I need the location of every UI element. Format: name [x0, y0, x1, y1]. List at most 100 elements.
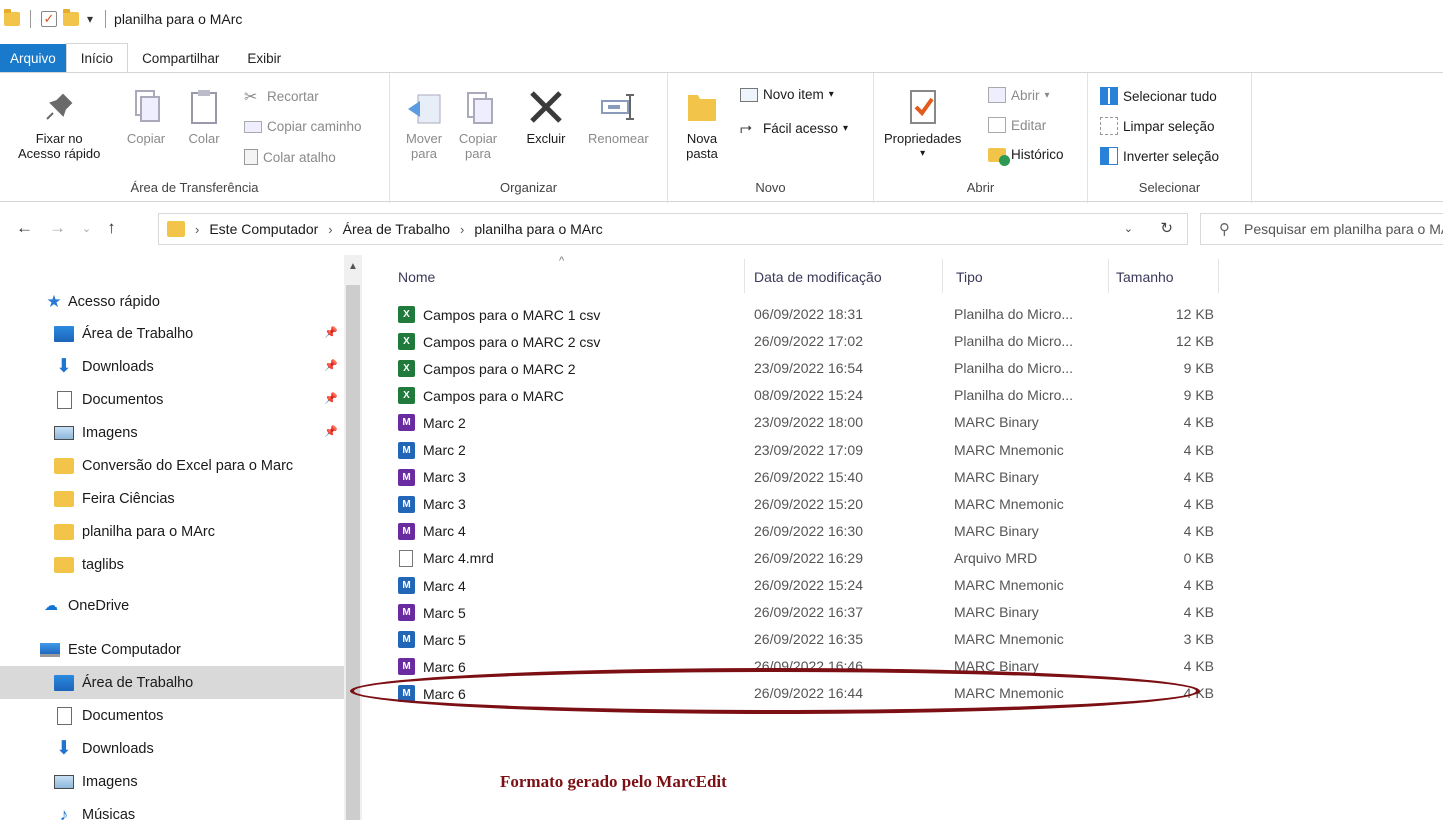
- delete-button[interactable]: Excluir: [526, 87, 566, 146]
- column-size-label: Tamanho: [1116, 269, 1174, 285]
- nav-item-taglibs[interactable]: taglibs: [0, 548, 344, 581]
- back-arrow-icon[interactable]: ←: [16, 218, 33, 238]
- file-type: Planilha do Micro...: [954, 387, 1074, 404]
- nav-this-pc[interactable]: Este Computador: [0, 633, 344, 666]
- file-row[interactable]: M Marc 6 26/09/2022 16:46 MARC Binary 4 KB: [390, 654, 1230, 681]
- file-row[interactable]: M Marc 5 26/09/2022 16:37 MARC Binary 4 KB: [390, 600, 1230, 627]
- breadcrumb-chevron-icon[interactable]: ›: [195, 222, 199, 237]
- select-none-button[interactable]: Limpar seleção: [1100, 117, 1215, 135]
- recent-locations-chevron-icon[interactable]: ⌄: [82, 222, 91, 238]
- folder-icon[interactable]: [4, 9, 20, 26]
- nav-item-pc-images[interactable]: Imagens: [0, 765, 344, 798]
- cut-button[interactable]: ✂ Recortar: [244, 87, 319, 107]
- search-box[interactable]: ⚲ Pesquisar em planilha para o MArc: [1200, 213, 1443, 245]
- file-date: 26/09/2022 16:44: [754, 685, 863, 702]
- rename-button[interactable]: Renomear: [588, 87, 649, 146]
- nav-item-science-fair[interactable]: Feira Ciências: [0, 482, 344, 515]
- file-row[interactable]: Marc 4.mrd 26/09/2022 16:29 Arquivo MRD 0 K…: [390, 546, 1230, 573]
- navigation-scrollbar[interactable]: ▲: [344, 255, 362, 820]
- properties-check-icon[interactable]: ✓: [41, 11, 57, 27]
- invert-selection-button[interactable]: Inverter seleção: [1100, 147, 1219, 165]
- file-row[interactable]: X Campos para o MARC 2 csv 26/09/2022 17:0…: [390, 329, 1230, 356]
- marc-mnemonic-icon: M: [398, 441, 415, 459]
- file-row[interactable]: M Marc 4 26/09/2022 15:24 MARC Mnemonic 4 KB: [390, 573, 1230, 600]
- refresh-icon[interactable]: ↻: [1160, 219, 1173, 237]
- scroll-up-arrow-icon[interactable]: ▲: [344, 261, 362, 272]
- nav-item-label: Conversão do Excel para o Marc: [82, 457, 294, 474]
- nav-item-pc-music[interactable]: ♪ Músicas: [0, 798, 344, 820]
- file-type: Arquivo MRD: [954, 549, 1038, 566]
- nav-item-documents[interactable]: Documentos 📌: [0, 383, 344, 416]
- file-row[interactable]: X Campos para o MARC 08/09/2022 15:24 Plani…: [390, 383, 1230, 410]
- address-dropdown-chevron-icon[interactable]: ⌄: [1124, 222, 1133, 235]
- column-header-size[interactable]: Tamanho: [1116, 269, 1174, 285]
- column-divider[interactable]: [744, 259, 745, 293]
- file-row[interactable]: X Campos para o MARC 2 23/09/2022 16:54 Pla…: [390, 356, 1230, 383]
- file-row[interactable]: M Marc 2 23/09/2022 18:00 MARC Binary 4 KB: [390, 410, 1230, 437]
- nav-item-marc-spreadsheet[interactable]: planilha para o MArc: [0, 515, 344, 548]
- pin-icon[interactable]: 📌: [324, 425, 338, 438]
- pin-quick-access-button[interactable]: Fixar no Acesso rápido: [18, 87, 100, 161]
- tab-home[interactable]: Início: [65, 43, 129, 72]
- breadcrumb-chevron-icon[interactable]: ›: [460, 222, 464, 237]
- customize-toolbar-arrow-icon[interactable]: ▾: [87, 12, 93, 26]
- tab-file[interactable]: Arquivo: [0, 44, 66, 72]
- pin-icon[interactable]: 📌: [324, 359, 338, 372]
- copy-path-button[interactable]: Copiar caminho: [244, 119, 362, 134]
- tab-share[interactable]: Compartilhar: [128, 44, 233, 72]
- pin-icon[interactable]: 📌: [324, 392, 338, 405]
- nav-item-downloads[interactable]: ⬇ Downloads 📌: [0, 350, 344, 383]
- column-header-name[interactable]: Nome: [398, 269, 435, 285]
- new-folder-button[interactable]: Nova pasta: [682, 87, 722, 161]
- scrollbar-thumb[interactable]: [346, 285, 360, 820]
- move-to-button[interactable]: Mover para: [404, 87, 444, 161]
- file-row[interactable]: M Marc 6 26/09/2022 16:44 MARC Mnemonic 4 KB: [390, 681, 1230, 708]
- new-folder-icon[interactable]: [63, 9, 79, 26]
- tab-view[interactable]: Exibir: [233, 44, 295, 72]
- history-button[interactable]: Histórico: [988, 147, 1064, 166]
- copy-to-button[interactable]: Copiar para: [458, 87, 498, 161]
- paste-shortcut-button[interactable]: Colar atalho: [244, 149, 336, 165]
- paste-button[interactable]: Colar: [184, 87, 224, 146]
- breadcrumb-this-pc[interactable]: Este Computador: [209, 221, 318, 237]
- nav-item-images[interactable]: Imagens 📌: [0, 416, 344, 449]
- column-divider[interactable]: [1108, 259, 1109, 293]
- file-name: Marc 2: [423, 442, 466, 458]
- nav-quick-access[interactable]: ★ Acesso rápido: [0, 285, 344, 318]
- address-bar[interactable]: › Este Computador › Área de Trabalho › p…: [158, 213, 1188, 245]
- nav-item-desktop[interactable]: Área de Trabalho 📌: [0, 317, 344, 350]
- breadcrumb-current-folder[interactable]: planilha para o MArc: [474, 221, 602, 237]
- file-row[interactable]: X Campos para o MARC 1 csv 06/09/2022 18:3…: [390, 302, 1230, 329]
- nav-item-pc-downloads[interactable]: ⬇ Downloads: [0, 732, 344, 765]
- up-arrow-icon[interactable]: ↑: [107, 218, 116, 238]
- column-divider[interactable]: [942, 259, 943, 293]
- file-row[interactable]: M Marc 3 26/09/2022 15:40 MARC Binary 4 KB: [390, 465, 1230, 492]
- file-type: Planilha do Micro...: [954, 306, 1074, 322]
- edit-button[interactable]: Editar: [988, 117, 1046, 133]
- open-button[interactable]: Abrir ▾: [988, 87, 1050, 103]
- scissors-icon: ✂: [244, 89, 258, 106]
- file-type: MARC Mnemonic: [954, 495, 1064, 512]
- select-all-button[interactable]: Selecionar tudo: [1100, 87, 1217, 105]
- column-header-date[interactable]: Data de modificação: [754, 269, 882, 285]
- copy-button[interactable]: Copiar: [126, 87, 166, 146]
- easy-access-button[interactable]: ⮣ Fácil acesso ▾: [740, 119, 848, 137]
- nav-item-excel-conversion[interactable]: Conversão do Excel para o Marc: [0, 449, 344, 482]
- file-row[interactable]: M Marc 3 26/09/2022 15:20 MARC Mnemonic 4 KB: [390, 492, 1230, 519]
- nav-item-pc-desktop[interactable]: Área de Trabalho: [0, 666, 344, 699]
- file-row[interactable]: M Marc 4 26/09/2022 16:30 MARC Binary 4 KB: [390, 519, 1230, 546]
- blank-file-icon: [399, 549, 413, 567]
- pin-icon[interactable]: 📌: [324, 326, 338, 339]
- forward-arrow-icon[interactable]: →: [49, 218, 66, 238]
- file-row[interactable]: M Marc 5 26/09/2022 16:35 MARC Mnemonic 3 KB: [390, 627, 1230, 654]
- breadcrumb-chevron-icon[interactable]: ›: [328, 222, 332, 237]
- column-divider[interactable]: [1218, 259, 1219, 293]
- nav-onedrive[interactable]: ☁ OneDrive: [0, 589, 344, 622]
- copy-icon: [135, 90, 160, 122]
- file-row[interactable]: M Marc 2 23/09/2022 17:09 MARC Mnemonic 4 KB: [390, 438, 1230, 465]
- breadcrumb-desktop[interactable]: Área de Trabalho: [343, 221, 450, 237]
- nav-item-pc-documents[interactable]: Documentos: [0, 699, 344, 732]
- column-header-type[interactable]: Tipo: [956, 269, 983, 285]
- properties-button[interactable]: Propriedades ▾: [884, 87, 961, 161]
- new-item-button[interactable]: Novo item ▾: [740, 87, 834, 102]
